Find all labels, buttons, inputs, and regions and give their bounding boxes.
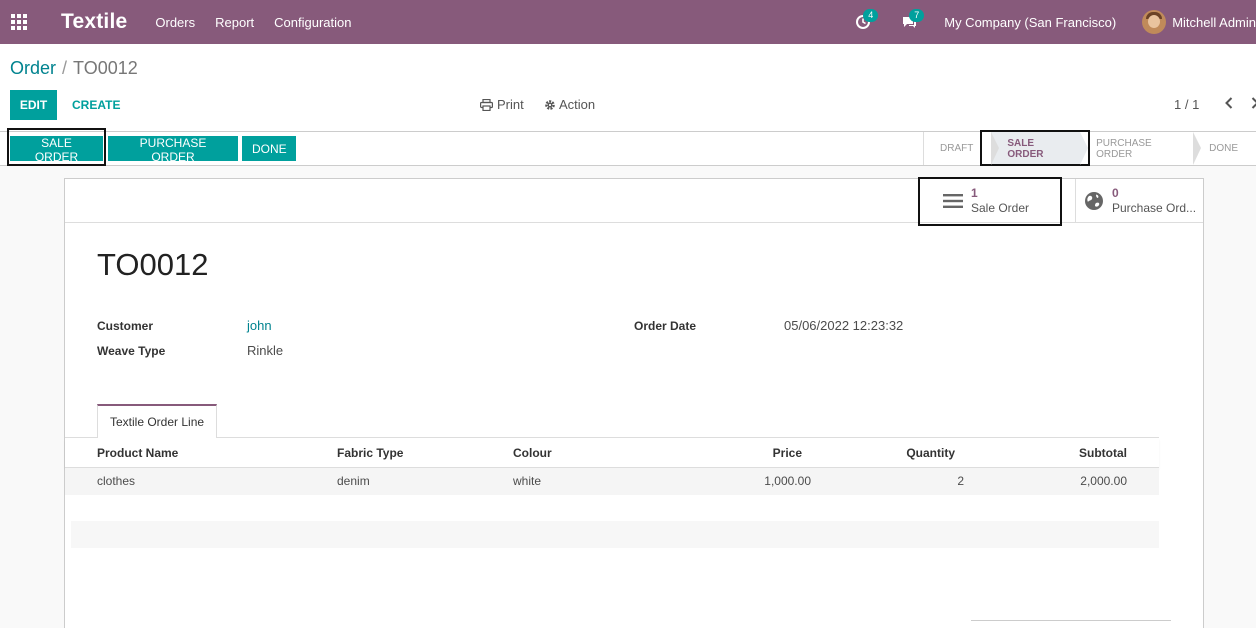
table-row[interactable]: clothes denim white 1,000.00 2 2,000.00 — [65, 468, 1159, 495]
edit-button[interactable]: EDIT — [10, 90, 57, 120]
purchase-order-count: 0 — [1112, 186, 1119, 200]
gear-icon — [545, 99, 555, 110]
cell-quantity: 2 — [957, 474, 964, 488]
column-product-name[interactable]: Product Name — [97, 446, 178, 460]
empty-table-row — [71, 521, 1159, 548]
weave-type-label: Weave Type — [97, 344, 166, 358]
company-switcher[interactable]: My Company (San Francisco) — [944, 15, 1116, 30]
purchase-order-button[interactable]: PURCHASE ORDER — [108, 136, 238, 164]
customer-label: Customer — [97, 319, 154, 333]
customer-value-link[interactable]: john — [247, 318, 272, 333]
control-panel: Order / TO0012 EDIT CREATE Print Action 1 … — [0, 44, 1256, 132]
form-sheet: 1 Sale Order 0 Purchase Ord... TO0012 Cu… — [64, 178, 1204, 628]
activity-badge: 4 — [863, 9, 879, 22]
menu-report[interactable]: Report — [215, 15, 254, 30]
app-title[interactable]: Textile — [61, 10, 127, 34]
globe-icon — [1085, 192, 1103, 210]
top-navbar: Textile Orders Report Configuration 4 7 … — [0, 0, 1256, 44]
record-title: TO0012 — [97, 247, 209, 282]
cell-product-name: clothes — [97, 474, 136, 488]
purchase-order-smart-label: Purchase Ord... — [1112, 201, 1197, 215]
messages-badge: 7 — [909, 9, 925, 22]
column-colour[interactable]: Colour — [513, 446, 552, 460]
done-button[interactable]: DONE — [242, 136, 296, 161]
empty-table-row — [71, 495, 1159, 521]
order-line-table-header: Product Name Fabric Type Colour Price Qu… — [65, 438, 1159, 468]
action-dropdown[interactable]: Action — [544, 97, 595, 112]
purchase-order-smart-button[interactable]: 0 Purchase Ord... — [1075, 179, 1203, 223]
apps-menu-icon[interactable] — [0, 0, 38, 44]
breadcrumb-order-link[interactable]: Order — [10, 58, 56, 78]
menu-orders[interactable]: Orders — [155, 15, 195, 30]
tab-textile-order-line[interactable]: Textile Order Line — [97, 404, 218, 438]
total-divider — [971, 620, 1171, 621]
print-label: Print — [497, 97, 524, 112]
column-subtotal[interactable]: Subtotal — [1079, 446, 1127, 460]
column-price[interactable]: Price — [773, 446, 802, 460]
pager-previous-icon[interactable] — [1222, 94, 1236, 112]
pager-next-icon[interactable] — [1248, 94, 1256, 112]
column-quantity[interactable]: Quantity — [906, 446, 955, 460]
activity-clock-icon[interactable]: 4 — [852, 9, 879, 33]
weave-type-value: Rinkle — [247, 343, 284, 358]
cell-subtotal: 2,000.00 — [1080, 474, 1127, 488]
breadcrumb-separator: / — [62, 58, 68, 78]
cell-colour: white — [513, 474, 542, 488]
pager-value: 1 / 1 — [1174, 97, 1200, 112]
action-label: Action — [559, 97, 596, 112]
cell-fabric-type: denim — [337, 474, 370, 488]
messages-chat-icon[interactable]: 7 — [898, 9, 925, 33]
breadcrumb-current: TO0012 — [73, 58, 138, 78]
annotation-box-sale-order-smart-button — [918, 177, 1062, 226]
stage-purchase-order[interactable]: PURCHASE ORDER — [1080, 132, 1202, 165]
user-menu[interactable]: Mitchell Admin — [1172, 15, 1256, 30]
annotation-box-sale-order-button — [7, 128, 106, 166]
column-fabric-type[interactable]: Fabric Type — [337, 446, 403, 460]
cell-price: 1,000.00 — [764, 474, 811, 488]
user-avatar[interactable] — [1142, 10, 1167, 34]
stage-done[interactable]: DONE — [1193, 132, 1256, 165]
print-icon — [480, 98, 493, 111]
order-date-label: Order Date — [634, 319, 697, 333]
print-dropdown[interactable]: Print — [480, 97, 524, 112]
create-button[interactable]: CREATE — [62, 90, 130, 120]
breadcrumb: Order / TO0012 — [10, 58, 138, 79]
menu-configuration[interactable]: Configuration — [274, 15, 351, 30]
order-date-value: 05/06/2022 12:23:32 — [784, 318, 904, 333]
